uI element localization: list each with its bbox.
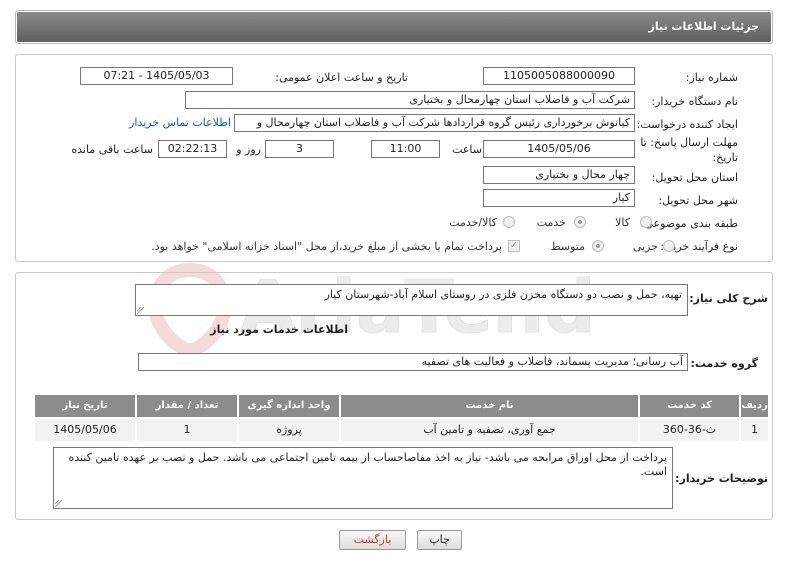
header-bar: جزئیات اطلاعات نیاز [17, 12, 771, 42]
days-field[interactable]: 3 [265, 140, 334, 158]
days-label: روز و [236, 143, 261, 156]
buyer-org-label: نام دستگاه خریدار: [651, 95, 738, 108]
announce-label: تاریخ و ساعت اعلان عمومی: [275, 71, 408, 84]
deadline-time-label: ساعت [452, 143, 482, 156]
service-group-label: گروه خدمت: [690, 357, 758, 370]
page-title: جزئیات اطلاعات نیاز [648, 20, 760, 33]
service-group-field[interactable]: آب رسانی؛ مدیریت پسماند، فاضلاب و فعالیت… [138, 353, 688, 371]
announce-field[interactable]: 1405/05/03 - 07:21 [80, 67, 233, 85]
purchase-radio-medium[interactable] [592, 240, 604, 252]
notes-field[interactable]: پرداخت از محل اوراق مرابحه می باشد- نیاز… [53, 447, 673, 509]
remaining-time-field[interactable]: 02:22:13 [158, 140, 227, 158]
col-header-quantity: تعداد / مقدار [137, 395, 237, 417]
deadline-label-2: تاریخ: [712, 151, 738, 164]
print-button[interactable]: چاپ [417, 530, 462, 550]
header-frame: جزئیات اطلاعات نیاز [15, 10, 773, 44]
col-header-unit: واحد اندازه گیری [239, 395, 339, 417]
deadline-label-1: مهلت ارسال پاسخ: تا [640, 136, 738, 149]
category-option-both: کالا/خدمت [449, 216, 497, 229]
resize-grip-icon[interactable] [137, 307, 144, 314]
col-header-row-num: ردیف [741, 395, 768, 417]
category-option-goods: کالا [615, 216, 630, 229]
deadline-date-field[interactable]: 1405/05/06 [483, 140, 635, 158]
city-label: شهر محل تحویل: [658, 194, 738, 207]
notes-text: پرداخت از محل اوراق مرابحه می باشد- نیاز… [68, 451, 667, 478]
buyer-org-field[interactable]: شرکت آب و فاضلاب استان چهارمحال و بختیار… [185, 91, 635, 109]
back-button[interactable]: بازگشت [339, 530, 406, 550]
creator-label: ایجاد کننده درخواست: [636, 118, 738, 131]
summary-text: تهیه، حمل و نصب دو دستگاه مخزن فلزی در ر… [324, 288, 682, 301]
cell-quantity: 1 [137, 419, 237, 441]
need-number-field[interactable]: 1105005088000090 [483, 67, 635, 85]
category-label: طبقه بندی موضوعی: [640, 217, 738, 230]
category-radio-goods[interactable] [640, 216, 652, 228]
col-header-need-date: تاریخ نیاز [35, 395, 135, 417]
cell-service-name: جمع آوری، تصفیه و تامین آب [341, 419, 638, 441]
deadline-time-field[interactable]: 11:00 [371, 140, 440, 158]
details-panel [15, 54, 773, 262]
remaining-label: ساعت باقی مانده [71, 143, 153, 156]
payment-note: پرداخت تمام یا بخشی از مبلغ خرید،از محل … [151, 240, 502, 253]
province-field[interactable]: چهار محال و بختیاری [483, 166, 635, 184]
category-radio-service[interactable] [574, 216, 586, 228]
cell-need-date: 1405/05/06 [35, 419, 135, 441]
resize-grip-icon[interactable] [55, 500, 62, 507]
purchase-radio-minor[interactable] [663, 240, 675, 252]
category-option-service: خدمت [536, 216, 566, 229]
cell-service-code: ث-36-360 [640, 419, 739, 441]
purchase-option-minor: جزیی [632, 240, 658, 253]
province-label: استان محل تحویل: [651, 171, 738, 184]
category-radio-both[interactable] [503, 216, 515, 228]
need-number-label: شماره نیاز: [685, 71, 738, 84]
cell-unit: پروژه [239, 419, 339, 441]
purchase-option-medium: متوسط [550, 240, 585, 253]
col-header-service-code: کد خدمت [640, 395, 739, 417]
cell-row-num: 1 [741, 419, 768, 441]
city-field[interactable]: کیار [483, 189, 635, 207]
col-header-service-name: نام خدمت [341, 395, 638, 417]
contact-buyer-link[interactable]: اطلاعات تماس خریدار [129, 116, 231, 129]
services-title: اطلاعات خدمات مورد نیاز [210, 323, 348, 336]
summary-field[interactable]: تهیه، حمل و نصب دو دستگاه مخزن فلزی در ر… [135, 284, 688, 316]
treasury-checkbox[interactable]: ✓ [508, 240, 520, 252]
notes-label: توضیحات خریدار: [675, 472, 768, 485]
summary-label: شرح کلی نیاز: [689, 292, 768, 305]
creator-field[interactable]: کیانوش برخورداری رئیس گروه قراردادها شرک… [234, 114, 635, 132]
